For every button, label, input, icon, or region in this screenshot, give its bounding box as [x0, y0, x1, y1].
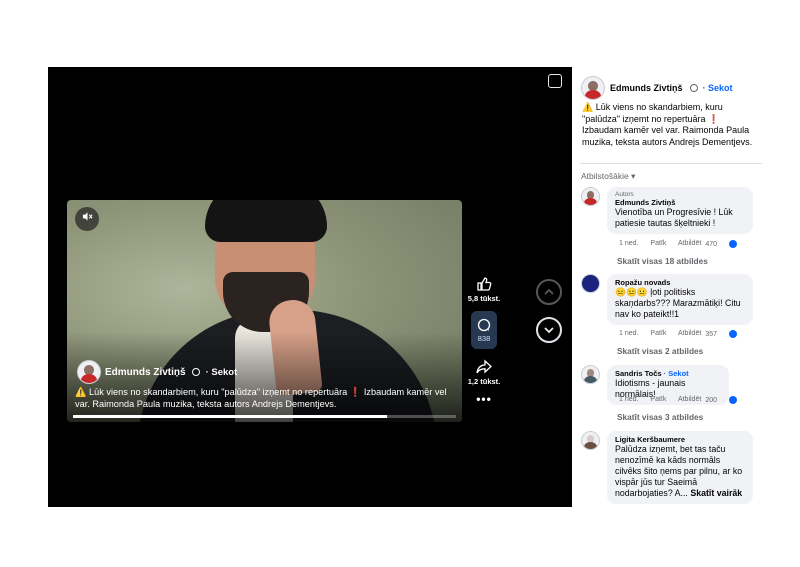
chevron-up-icon[interactable] — [536, 279, 562, 305]
avatar[interactable] — [581, 431, 600, 450]
video-caption: ⚠️ Lūk viens no skandarbiem, kuru "palūd… — [75, 387, 447, 409]
video-frame[interactable]: Edmunds Zivtiņš · Sekot ⚠️ Lūk viens no … — [67, 200, 462, 422]
comment-bubble: Ligita Keršbaumere Palūdza izņemt, bet t… — [607, 431, 753, 504]
comment-count: 838 — [477, 333, 491, 343]
mute-icon[interactable] — [75, 207, 99, 231]
like-icon[interactable] — [476, 276, 492, 292]
view-replies-link[interactable]: Skatīt visas 18 atbildes — [617, 256, 708, 266]
avatar[interactable] — [581, 365, 600, 384]
comment-button[interactable]: 838 — [471, 311, 497, 349]
avatar[interactable] — [581, 187, 600, 206]
video-subject-hair — [205, 200, 327, 242]
comment-author[interactable]: Sandris Točs · Sekot — [615, 369, 721, 378]
share-icon[interactable] — [476, 359, 492, 375]
comment-like-button[interactable]: Patīk — [650, 240, 666, 247]
comment-reaction-count[interactable]: 470 — [705, 240, 747, 248]
post-header: Edmunds Zivtiņš · Sekot — [581, 76, 733, 100]
comment-reply-button[interactable]: Atbildēt — [678, 330, 701, 337]
comment-meta: 1 ned. Patīk Atbildēt 357 — [619, 330, 747, 338]
verified-icon — [689, 84, 698, 92]
video-progress-bar[interactable] — [73, 415, 456, 418]
comment-reaction-count[interactable]: 200 — [705, 396, 747, 404]
comment-bubble: Ropažu novads 😐😐😐 ļoti politisks skaņdar… — [607, 274, 753, 325]
comment-reply-button[interactable]: Atbildēt — [678, 396, 701, 403]
comment-bubble: Autors Edmunds Zivtiņš Vienotība un Prog… — [607, 187, 753, 234]
comment-icon — [477, 318, 491, 331]
like-reaction-icon — [729, 240, 737, 248]
comment-like-button[interactable]: Patīk — [650, 330, 666, 337]
divider — [580, 163, 762, 164]
comment-author[interactable]: Ropažu novads — [615, 278, 745, 287]
comment-author[interactable]: Ligita Keršbaumere — [615, 435, 745, 444]
comment-reaction-count[interactable]: 357 — [705, 330, 747, 338]
comment-time[interactable]: 1 ned. — [619, 396, 638, 403]
video-author[interactable]: Edmunds Zivtiņš · Sekot — [77, 360, 237, 384]
video-actions: 5,8 tūkst. 838 1,2 tūkst. ••• — [462, 276, 506, 406]
author-badge: Autors — [615, 191, 634, 198]
side-panel: Edmunds Zivtiņš · Sekot ⚠️ Lūk viens no … — [572, 67, 762, 507]
avatar[interactable] — [581, 76, 605, 100]
comment-meta: 1 ned. Patīk Atbildēt 200 — [619, 396, 747, 404]
verified-icon — [191, 368, 200, 376]
view-replies-link[interactable]: Skatīt visas 3 atbildes — [617, 412, 703, 422]
view-replies-link[interactable]: Skatīt visas 2 atbildes — [617, 346, 703, 356]
like-reaction-icon — [729, 330, 737, 338]
comment-time[interactable]: 1 ned. — [619, 240, 638, 247]
comment-likes-value: 357 — [705, 330, 718, 338]
comment-like-button[interactable]: Patīk — [650, 396, 666, 403]
comment-text: Vienotība un Progresīvie ! Lūk patiesie … — [615, 207, 733, 228]
video-progress-fill — [73, 415, 388, 418]
post-author-name[interactable]: Edmunds Zivtiņš — [610, 83, 683, 93]
follow-button[interactable]: · Sekot — [703, 83, 733, 93]
comment-author-name[interactable]: Sandris Točs — [615, 369, 662, 378]
comment-likes-value: 200 — [705, 396, 718, 404]
comment-likes-value: 470 — [705, 240, 718, 248]
avatar[interactable] — [77, 360, 101, 384]
video-follow-button[interactable]: · Sekot — [206, 367, 238, 378]
comment-author[interactable]: Edmunds Zivtiņš — [615, 198, 745, 207]
chevron-down-icon[interactable] — [536, 317, 562, 343]
comment-follow-button[interactable]: · Sekot — [664, 369, 689, 378]
like-reaction-icon — [729, 396, 737, 404]
video-player: Edmunds Zivtiņš · Sekot ⚠️ Lūk viens no … — [48, 67, 572, 507]
comment-meta: 1 ned. Patīk Atbildēt 470 — [619, 240, 747, 248]
avatar[interactable] — [581, 274, 600, 293]
video-author-name[interactable]: Edmunds Zivtiņš — [105, 367, 186, 378]
see-more-link[interactable]: Skatīt vairāk — [690, 488, 742, 498]
comment-time[interactable]: 1 ned. — [619, 330, 638, 337]
more-icon[interactable]: ••• — [462, 392, 506, 406]
share-count: 1,2 tūkst. — [467, 377, 501, 386]
post-caption: ⚠️ Lūk viens no skandarbiem, kuru "palūd… — [582, 102, 753, 147]
expand-icon[interactable] — [548, 74, 562, 88]
comment-text: 😐😐😐 ļoti politisks skaņdarbs??? Marazmāt… — [615, 287, 741, 319]
like-count: 5,8 tūkst. — [467, 294, 501, 303]
comment-reply-button[interactable]: Atbildēt — [678, 240, 701, 247]
comment-sort-dropdown[interactable]: Atbilstošākie ▾ — [581, 171, 635, 182]
mute-glyph — [82, 212, 93, 221]
comment-text: Palūdza izņemt, bet tas taču nenozīmē ka… — [615, 444, 745, 499]
